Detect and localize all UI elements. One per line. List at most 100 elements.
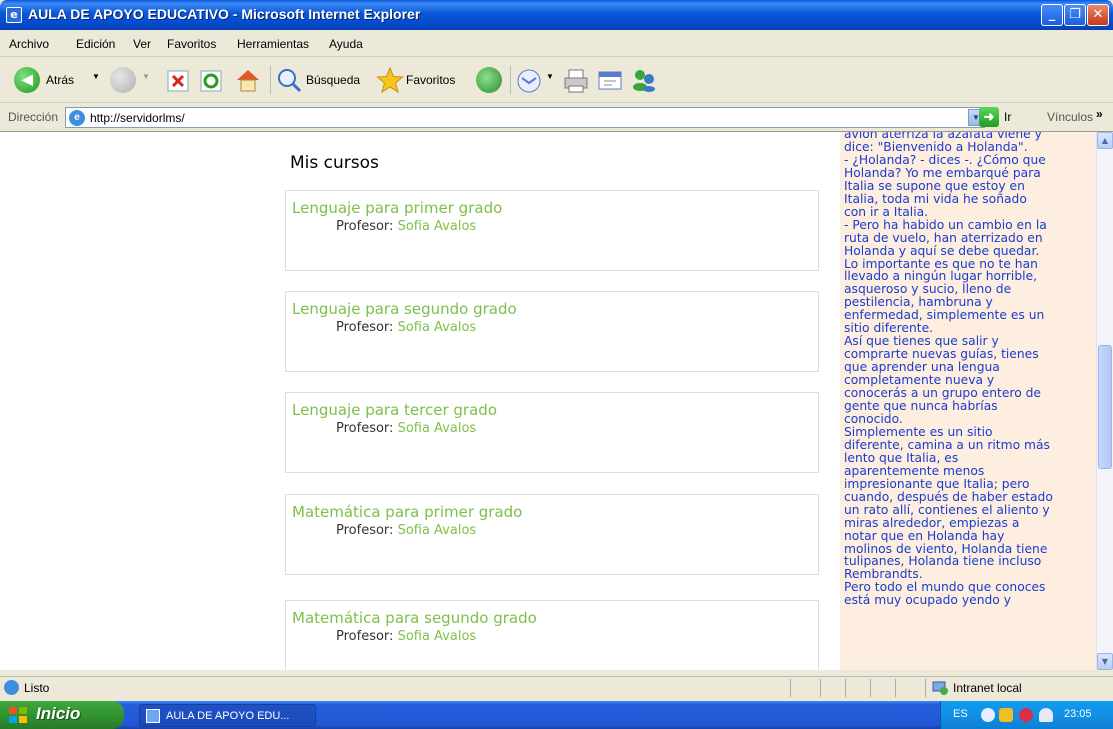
side-text-panel: avión aterriza la azafata viene y dice: "…: [840, 132, 1096, 670]
history-icon: [476, 67, 502, 93]
side-text-line: cuando, después de haber estado: [844, 489, 1053, 504]
teacher-label: Profesor:: [336, 421, 394, 436]
status-separator: [790, 679, 791, 697]
side-text-line: Simplemente es un sitio: [844, 424, 993, 439]
antivirus-icon[interactable]: [1019, 708, 1033, 722]
side-text-line: Italia se supone que estoy en: [844, 178, 1025, 193]
course-title-link[interactable]: Lenguaje para primer grado: [292, 199, 502, 217]
page-title: Mis cursos: [290, 153, 379, 173]
teacher-link[interactable]: Sofia Avalos: [398, 523, 477, 538]
messenger-button[interactable]: [628, 64, 660, 96]
side-text-line: miras alrededor, empiezas a: [844, 515, 1020, 530]
close-button[interactable]: ✕: [1087, 4, 1109, 26]
teacher-label: Profesor:: [336, 629, 394, 644]
taskbar-window-label: AULA DE APOYO EDU...: [166, 710, 290, 722]
menu-ver[interactable]: Ver: [133, 37, 151, 51]
course-card: Lenguaje para primer grado Profesor: Sof…: [285, 190, 819, 271]
teacher-link[interactable]: Sofia Avalos: [398, 219, 477, 234]
go-arrow-icon: ➜: [983, 109, 995, 124]
security-zone: Intranet local: [953, 681, 1022, 695]
close-icon: ✕: [1092, 7, 1104, 22]
back-label: Atrás: [46, 73, 75, 87]
status-bar: Listo Intranet local: [0, 676, 1113, 698]
scroll-down-button[interactable]: ▼: [1097, 653, 1113, 670]
side-text-line: - Pero ha habido un cambio en la: [844, 217, 1047, 232]
teacher-link[interactable]: Sofia Avalos: [398, 320, 477, 335]
page-status-icon: [4, 680, 19, 695]
print-button[interactable]: [560, 64, 592, 96]
taskbar-window-button[interactable]: AULA DE APOYO EDU...: [139, 704, 316, 727]
address-input[interactable]: e http://servidorlms/ ▼: [65, 107, 985, 128]
network-warning-icon[interactable]: [999, 708, 1013, 722]
stop-icon: [167, 70, 189, 92]
course-title-link[interactable]: Lenguaje para segundo grado: [292, 300, 517, 318]
browser-window: e AULA DE APOYO EDUCATIVO - Microsoft In…: [0, 0, 1113, 701]
side-text-line: diferente, camina a un ritmo más: [844, 437, 1050, 452]
course-title-link[interactable]: Matemática para primer grado: [292, 503, 522, 521]
menu-favoritos[interactable]: Favoritos: [167, 37, 216, 51]
course-teacher: Profesor: Sofia Avalos: [336, 219, 476, 234]
tray-cloud-icon[interactable]: [1039, 708, 1053, 722]
toolbar-separator: [510, 66, 511, 94]
scroll-up-button[interactable]: ▲: [1097, 132, 1113, 149]
course-card: Lenguaje para segundo grado Profesor: So…: [285, 291, 819, 372]
mail-button[interactable]: ▼: [516, 64, 558, 96]
menu-bar: Archivo Edición Ver Favoritos Herramient…: [0, 30, 1113, 81]
language-indicator[interactable]: ES: [953, 708, 968, 720]
system-tray: ES 23:05: [940, 701, 1113, 729]
menu-edicion[interactable]: Edición: [76, 37, 115, 51]
chevron-down-icon: ▼: [1101, 657, 1109, 666]
start-button[interactable]: Inicio: [0, 701, 124, 729]
menu-herramientas[interactable]: Herramientas: [237, 37, 309, 51]
refresh-icon: [200, 70, 222, 92]
favorites-label: Favoritos: [406, 73, 456, 87]
maximize-button[interactable]: ❐: [1064, 4, 1086, 26]
tray-chevron-icon[interactable]: [981, 708, 995, 722]
maximize-icon: ❐: [1069, 7, 1081, 22]
clock[interactable]: 23:05: [1064, 708, 1092, 720]
search-button[interactable]: Búsqueda: [276, 64, 372, 96]
links-label[interactable]: Vínculos: [1047, 110, 1093, 124]
course-title-link[interactable]: Matemática para segundo grado: [292, 609, 537, 627]
status-separator: [870, 679, 871, 697]
home-button[interactable]: [232, 64, 264, 96]
ie-icon: e: [6, 7, 22, 23]
side-text-line: conocido.: [844, 411, 903, 426]
side-text-line: está muy ocupado yendo y: [844, 593, 1012, 608]
course-title-link[interactable]: Lenguaje para tercer grado: [292, 401, 497, 419]
teacher-link[interactable]: Sofia Avalos: [398, 629, 477, 644]
start-label: Inicio: [36, 704, 81, 723]
minimize-button[interactable]: _: [1041, 4, 1063, 26]
back-button[interactable]: ◀ Atrás ▼: [14, 64, 106, 96]
vertical-scrollbar[interactable]: ▲ ▼: [1096, 132, 1113, 670]
mail-icon: [517, 69, 541, 93]
go-button[interactable]: ➜: [979, 107, 999, 127]
stop-button[interactable]: [164, 64, 192, 96]
side-text-line: con ir a Italia.: [844, 204, 929, 219]
status-separator: [895, 679, 896, 697]
window-title: AULA DE APOYO EDUCATIVO - Microsoft Inte…: [28, 6, 421, 22]
history-button[interactable]: [474, 64, 504, 96]
side-text-line: impresionante que Italia; pero: [844, 476, 1030, 491]
star-icon: [376, 66, 404, 94]
menu-ayuda[interactable]: Ayuda: [329, 37, 363, 51]
menu-archivo[interactable]: Archivo: [9, 37, 49, 51]
windows-logo-icon: [9, 707, 27, 723]
scroll-thumb[interactable]: [1098, 345, 1112, 469]
page-viewport: Mis cursos Lenguaje para primer grado Pr…: [0, 131, 1113, 670]
go-label[interactable]: Ir: [1004, 110, 1011, 124]
course-teacher: Profesor: Sofia Avalos: [336, 320, 476, 335]
edit-icon: [598, 71, 622, 90]
edit-button[interactable]: [595, 64, 625, 96]
intranet-icon: [932, 681, 948, 695]
title-bar[interactable]: e AULA DE APOYO EDUCATIVO - Microsoft In…: [0, 0, 1113, 30]
chevron-up-icon: ▲: [1101, 136, 1109, 145]
refresh-button[interactable]: [197, 64, 225, 96]
favorites-button[interactable]: Favoritos: [376, 64, 472, 96]
links-chevron-icon[interactable]: »: [1096, 107, 1103, 121]
teacher-link[interactable]: Sofia Avalos: [398, 421, 477, 436]
forward-button[interactable]: ▼: [110, 64, 150, 96]
address-label: Dirección: [8, 110, 59, 124]
toolbar-separator: [270, 66, 271, 94]
side-text-line: - ¿Holanda? - dices -. ¿Cómo que: [844, 152, 1046, 167]
